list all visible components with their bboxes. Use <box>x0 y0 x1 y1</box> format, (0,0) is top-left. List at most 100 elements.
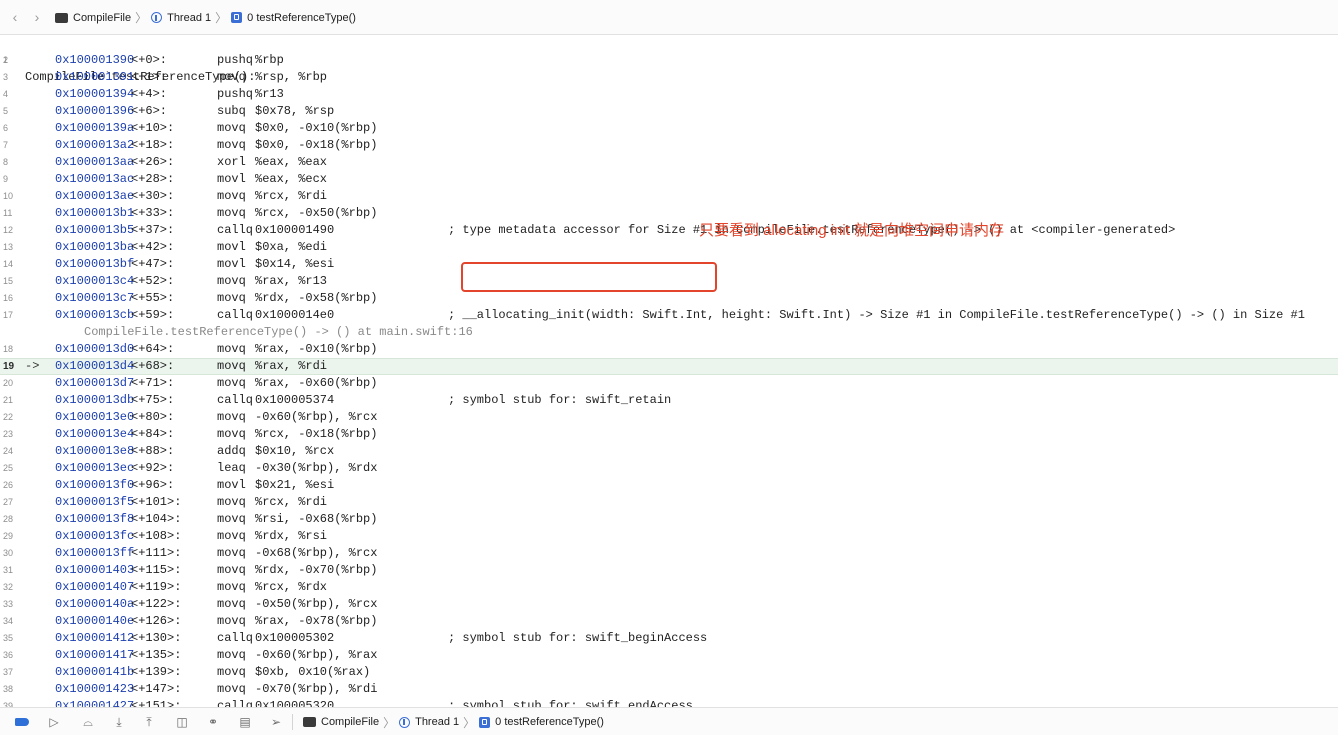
instruction-address: 0x1000013f8 <box>55 512 135 526</box>
code-line: 27 0x1000013f5 <+101>: movq %rcx, %rdi <box>0 494 1338 511</box>
instruction-opcode: movq <box>217 274 246 288</box>
line-number: 3 <box>3 72 9 82</box>
line-number: 5 <box>3 106 9 116</box>
simulate-location-icon[interactable]: ➢ <box>268 715 284 729</box>
code-line: 17 0x1000013cb <+59>: callq 0x1000014e0 ; __a… <box>0 307 1338 324</box>
step-out-icon[interactable]: ⤒ <box>141 715 157 729</box>
instruction-offset: <+68>: <box>131 359 175 373</box>
instruction-address: 0x1000013e4 <box>55 427 135 441</box>
executable-icon <box>303 717 316 727</box>
view-hierarchy-icon[interactable]: ◫ <box>174 715 190 729</box>
instruction-offset: <+126>: <box>131 614 182 628</box>
instruction-offset: <+104>: <box>131 512 182 526</box>
instruction-operands: %eax, %eax <box>255 155 328 169</box>
line-number: 17 <box>3 310 14 320</box>
instruction-operands: 0x100005320 <box>255 699 335 707</box>
instruction-offset: <+18>: <box>131 138 175 152</box>
instruction-opcode: movq <box>217 512 246 526</box>
instruction-operands: 0x100005302 <box>255 631 335 645</box>
chevron-right-icon: 〉 <box>383 715 396 730</box>
memory-graph-icon[interactable]: ⚭ <box>205 715 221 729</box>
instruction-operands: $0x21, %esi <box>255 478 335 492</box>
instruction-address: 0x1000013e8 <box>55 444 135 458</box>
instruction-opcode: pushq <box>217 87 254 101</box>
chevron-right-icon[interactable]: › <box>30 9 44 25</box>
instruction-address: 0x1000013cb <box>55 308 135 322</box>
instruction-operands: %rax, %rdi <box>255 359 328 373</box>
instruction-operands: $0x14, %esi <box>255 257 335 271</box>
instruction-address: 0x1000013ac <box>55 172 135 186</box>
breadcrumb-thread[interactable]: Thread 1 <box>399 716 459 728</box>
instruction-offset: <+37>: <box>131 223 175 237</box>
debug-bar: ▷ ⌓ ⤓ ⤒ ◫ ⚭ ▤ ➢ CompileFile 〉 Thread 1 〉… <box>0 707 1338 735</box>
instruction-operands: %eax, %ecx <box>255 172 328 186</box>
instruction-opcode: addq <box>217 444 246 458</box>
instruction-operands: -0x60(%rbp), %rax <box>255 648 378 662</box>
instruction-operands: %rdx, %rsi <box>255 529 328 543</box>
code-line: 3 0x100001391 <+1>: movq %rsp, %rbp <box>0 69 1338 86</box>
thread-icon <box>151 12 163 23</box>
line-number: 24 <box>3 446 14 456</box>
instruction-operands: %rcx, %rdi <box>255 189 328 203</box>
code-line: 5 0x100001396 <+6>: subq $0x78, %rsp <box>0 103 1338 120</box>
instruction-operands: %rcx, -0x50(%rbp) <box>255 206 378 220</box>
instruction-opcode: movq <box>217 70 246 84</box>
instruction-offset: <+151>: <box>131 699 182 707</box>
breadcrumb-frame[interactable]: 0 testReferenceType() <box>479 716 604 728</box>
instruction-address: 0x100001390 <box>55 53 135 67</box>
instruction-operands: -0x30(%rbp), %rdx <box>255 461 378 475</box>
code-line: 37 0x10000141b <+139>: movq $0xb, 0x10(%rax) <box>0 664 1338 681</box>
instruction-opcode: movq <box>217 359 246 373</box>
chevron-right-icon: 〉 <box>135 11 148 25</box>
line-number: 25 <box>3 463 14 473</box>
breadcrumb: CompileFile 〉 Thread 1 〉 0 testReference… <box>55 0 356 35</box>
line-number: 7 <box>3 140 9 150</box>
instruction-address: 0x1000013a2 <box>55 138 135 152</box>
line-number: 13 <box>3 242 14 252</box>
line-number: 34 <box>3 616 14 626</box>
line-number: 22 <box>3 412 14 422</box>
instruction-operands: 0x100001490 <box>255 223 335 237</box>
instruction-operands: $0xb, 0x10(%rax) <box>255 665 371 679</box>
instruction-address: 0x100001403 <box>55 563 135 577</box>
disassembly-editor[interactable]: 1 CompileFile`testReferenceType(): 2 0x10… <box>0 35 1338 707</box>
breadcrumb-file[interactable]: CompileFile <box>55 12 131 24</box>
instruction-offset: <+52>: <box>131 274 175 288</box>
step-into-icon[interactable]: ⤓ <box>111 715 127 729</box>
environment-overrides-icon[interactable]: ▤ <box>237 715 253 729</box>
instruction-offset: <+30>: <box>131 189 175 203</box>
instruction-operands: %rax, -0x10(%rbp) <box>255 342 378 356</box>
line-number: 23 <box>3 429 14 439</box>
instruction-address: 0x10000140e <box>55 614 135 628</box>
instruction-offset: <+0>: <box>131 53 168 67</box>
instruction-operands: %rax, %r13 <box>255 274 328 288</box>
breadcrumb-frame[interactable]: 0 testReferenceType() <box>231 12 356 24</box>
instruction-offset: <+108>: <box>131 529 182 543</box>
wrapped-comment-line: CompileFile.testReferenceType() -> () at… <box>0 324 1338 341</box>
line-number: 37 <box>3 667 14 677</box>
annotation-note: 只要看到 allocating init 就是向堆空间申请内存 <box>699 222 1005 239</box>
jump-bar: ‹ › CompileFile 〉 Thread 1 〉 0 testRefer… <box>0 0 1338 35</box>
instruction-address: 0x1000013ae <box>55 189 135 203</box>
code-line: 1 CompileFile`testReferenceType(): <box>0 35 1338 84</box>
line-number: 2 <box>3 55 9 65</box>
breadcrumb-thread[interactable]: Thread 1 <box>151 12 211 24</box>
breadcrumb-file[interactable]: CompileFile <box>303 716 379 728</box>
instruction-address: 0x100001396 <box>55 104 135 118</box>
code-line: 33 0x10000140a <+122>: movq -0x50(%rbp), %rc… <box>0 596 1338 613</box>
breakpoints-toggle-icon[interactable] <box>14 715 30 729</box>
line-number: 10 <box>3 191 14 201</box>
stack-frame-icon <box>479 716 491 728</box>
instruction-offset: <+1>: <box>131 70 168 84</box>
line-number: 32 <box>3 582 14 592</box>
instruction-offset: <+75>: <box>131 393 175 407</box>
step-over-icon[interactable]: ⌓ <box>80 715 96 729</box>
code-line: 18 0x1000013d0 <+64>: movq %rax, -0x10(%rbp) <box>0 341 1338 358</box>
instruction-address: 0x1000013c4 <box>55 274 135 288</box>
instruction-operands: %rdx, -0x70(%rbp) <box>255 563 378 577</box>
continue-icon[interactable]: ▷ <box>46 715 62 729</box>
chevron-left-icon[interactable]: ‹ <box>8 9 22 25</box>
line-number: 28 <box>3 514 14 524</box>
instruction-opcode: xorl <box>217 155 246 169</box>
line-number: 6 <box>3 123 9 133</box>
